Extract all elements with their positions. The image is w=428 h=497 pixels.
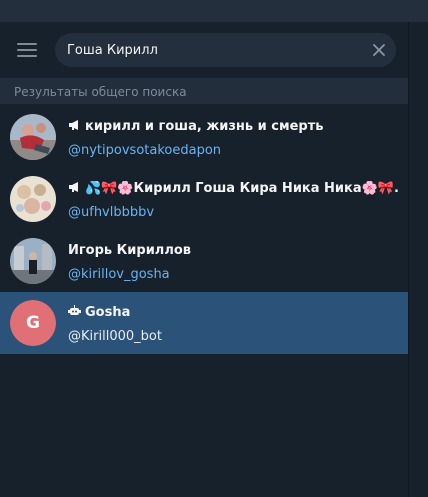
megaphone-icon (69, 120, 78, 130)
avatar (10, 238, 56, 284)
avatar (10, 176, 56, 222)
search-bar[interactable] (55, 33, 396, 67)
result-name: кирилл и гоша, жизнь и смерть (68, 119, 398, 134)
list-item-selected[interactable]: G Gosha @Kirill000_bot (0, 292, 408, 354)
list-item[interactable]: кирилл и гоша, жизнь и смерть @nytipovso… (0, 106, 408, 168)
window-top-strip (0, 0, 428, 22)
avatar-letter: G (10, 300, 56, 346)
clear-search-icon[interactable] (372, 43, 386, 57)
result-name: Игорь Кириллов (68, 243, 192, 258)
result-name: Gosha (68, 305, 398, 320)
search-input[interactable] (67, 33, 367, 67)
avatar: G (10, 300, 56, 346)
result-username[interactable]: @kirillov_gosha (68, 267, 170, 282)
search-results-list: кирилл и гоша, жизнь и смерть @nytipovso… (0, 106, 408, 354)
left-panel: Результаты общего поиска кирилл и гоша, … (0, 22, 408, 497)
result-name: 💦🎀🌸Кирилл Гоша Кира Ника Ника🌸🎀... (68, 181, 398, 196)
avatar (10, 114, 56, 160)
result-username[interactable]: @Kirill000_bot (68, 329, 162, 344)
megaphone-icon (69, 182, 78, 192)
bot-icon (68, 305, 81, 315)
list-item[interactable]: 💦🎀🌸Кирилл Гоша Кира Ника Ника🌸🎀... @ufhv… (0, 168, 408, 230)
result-username[interactable]: @ufhvlbbbbv (68, 205, 154, 220)
global-search-header: Результаты общего поиска (0, 78, 408, 104)
result-username[interactable]: @nytipovsotakoedapon (68, 143, 221, 158)
hamburger-menu-icon[interactable] (17, 43, 37, 59)
list-item[interactable]: Игорь Кириллов @kirillov_gosha (0, 230, 408, 292)
section-title: Результаты общего поиска (14, 85, 187, 99)
chat-panel-edge (409, 22, 428, 497)
